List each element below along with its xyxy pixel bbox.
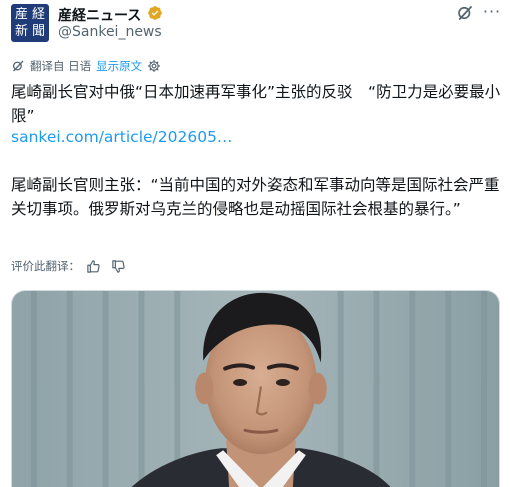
translation-bar: 翻译自 日语 显示原文: [11, 57, 161, 75]
thumbs-down-icon[interactable]: [111, 259, 126, 274]
avatar-glyph: 経: [31, 7, 45, 22]
avatar-glyph: 新: [14, 24, 28, 39]
press-conference-photo: [12, 291, 499, 487]
show-original-link[interactable]: 显示原文: [96, 58, 142, 74]
rate-translation-label: 评价此翻译：: [11, 259, 80, 273]
avatar-glyph: 聞: [31, 24, 45, 39]
post-card: 産 経 新 聞 産経ニュース @Sankei_news ··· 翻译自 日语 显…: [0, 0, 510, 487]
display-name[interactable]: 産経ニュース: [58, 5, 141, 25]
avatar-glyph: 産: [14, 7, 28, 22]
post-text-paragraph: 尾崎副长官则主张：“当前中国的对外姿态和军事动向等是国际社会严重关切事项。俄罗斯…: [11, 176, 500, 218]
thumbs-up-icon[interactable]: [86, 259, 101, 274]
post-media-photo[interactable]: [11, 290, 500, 487]
verified-badge-icon: [148, 6, 162, 20]
more-options-button[interactable]: ···: [482, 2, 502, 22]
translate-icon: [12, 60, 24, 72]
handle[interactable]: @Sankei_news: [58, 24, 162, 40]
rate-translation-bar: 评价此翻译：: [11, 257, 126, 275]
translated-from-label: 翻译自 日语: [30, 59, 92, 73]
avatar[interactable]: 産 経 新 聞: [11, 4, 49, 42]
grok-icon[interactable]: [456, 4, 474, 22]
post-text-paragraph: 尾崎副长官对中俄“日本加速再军事化”主张的反驳 “防卫力是必要最小限”: [11, 83, 501, 125]
gear-icon[interactable]: [147, 59, 161, 73]
article-link[interactable]: sankei.com/article/202605…: [11, 126, 232, 148]
